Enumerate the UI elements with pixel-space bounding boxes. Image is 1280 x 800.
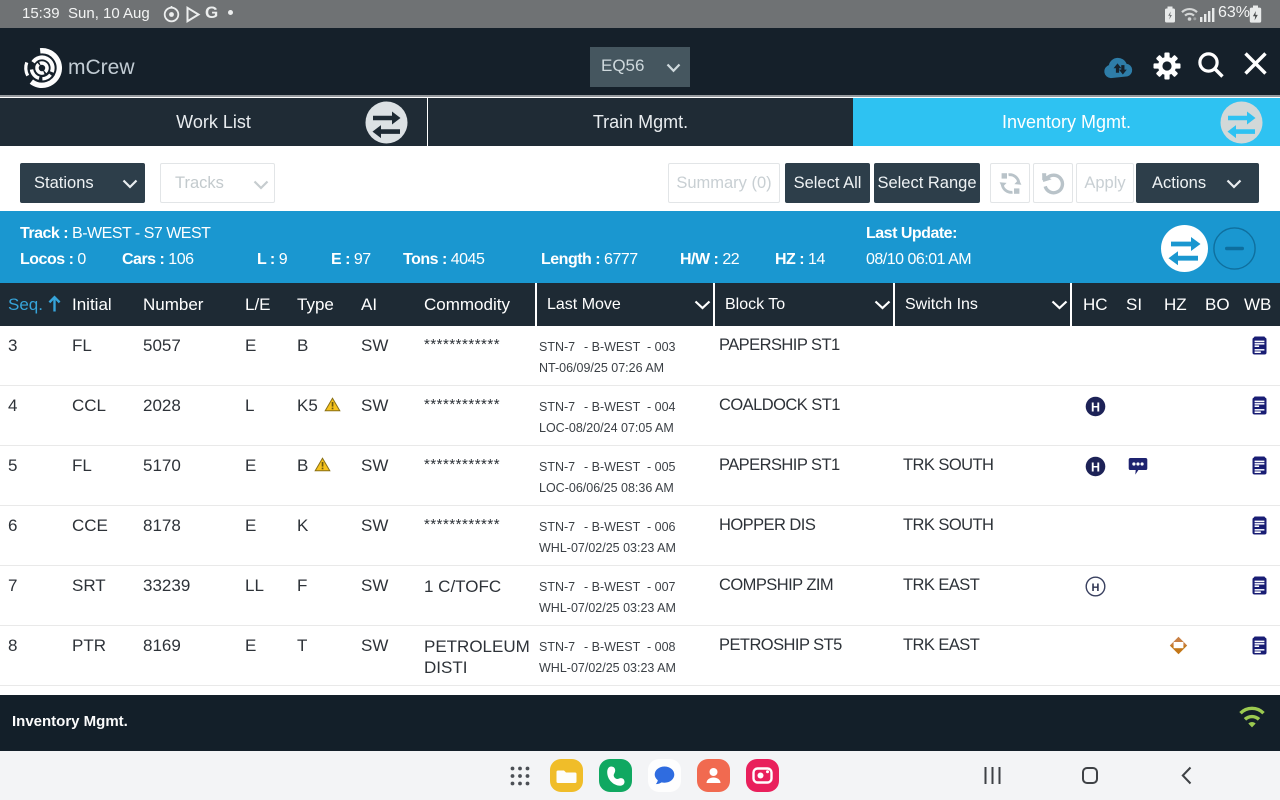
- svg-text:H: H: [1092, 582, 1100, 594]
- svg-text:H: H: [1091, 400, 1100, 414]
- svg-text:H: H: [1091, 460, 1100, 474]
